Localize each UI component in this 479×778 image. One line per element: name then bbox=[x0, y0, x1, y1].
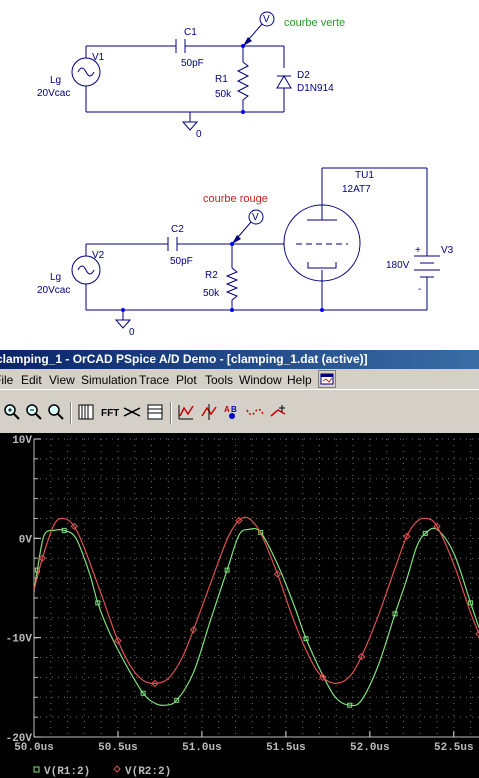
x-tick-label: 51.0us bbox=[182, 742, 222, 754]
zoom-fit-icon[interactable] bbox=[76, 402, 96, 422]
axis-settings-icon[interactable]: FFT bbox=[99, 402, 119, 422]
plot-legend: V(R1:2) V(R2:2) bbox=[33, 765, 171, 778]
zoom-out-icon[interactable] bbox=[24, 402, 44, 422]
x-tick-label: 52.5us bbox=[434, 742, 474, 754]
c1-ref: C1 bbox=[184, 27, 197, 38]
resistor-r1-symbol bbox=[236, 61, 250, 101]
y-tick-label: -10V bbox=[6, 634, 33, 646]
legend-marker-red bbox=[113, 765, 121, 773]
window-title: clamping_1 - OrCAD PSpice A/D Demo - [cl… bbox=[0, 352, 368, 366]
performance-analysis-icon[interactable] bbox=[145, 402, 165, 422]
r1-value: 50k bbox=[215, 89, 232, 100]
menu-plot[interactable]: Plot bbox=[176, 373, 197, 387]
add-trace-icon[interactable] bbox=[176, 402, 196, 422]
cursor-peak-icon[interactable]: AB bbox=[222, 402, 242, 422]
x-axis: 50.0us 50.5us 51.0us 51.5us 52.0us 52.5us bbox=[14, 731, 474, 754]
x-tick-label: 50.0us bbox=[14, 742, 54, 754]
menu-trace[interactable]: Trace bbox=[139, 373, 169, 387]
legend-marker-green bbox=[33, 766, 40, 773]
menu-file[interactable]: File bbox=[0, 373, 13, 387]
y-axis: 10V0V-10V-20V bbox=[6, 435, 41, 745]
legend-series-1: V(R1:2) bbox=[44, 766, 90, 778]
x-tick-label: 50.5us bbox=[98, 742, 138, 754]
v3-minus: - bbox=[418, 284, 421, 295]
svg-text:FFT: FFT bbox=[101, 408, 119, 419]
toolbar: FFT AB bbox=[0, 389, 479, 433]
probe-note-red: courbe rouge bbox=[203, 193, 268, 205]
probe-note-green: courbe verte bbox=[284, 17, 345, 29]
fft-icon[interactable] bbox=[122, 402, 142, 422]
mark-label-icon[interactable] bbox=[245, 402, 265, 422]
ground-label-1: 0 bbox=[196, 129, 202, 140]
menu-window[interactable]: Window bbox=[239, 373, 282, 387]
c2-ref: C2 bbox=[171, 224, 184, 235]
plot-traces bbox=[34, 516, 479, 708]
svg-text:A: A bbox=[224, 405, 230, 414]
r2-ref: R2 bbox=[205, 270, 218, 281]
v3-ref: V3 bbox=[441, 245, 454, 256]
zoom-area-icon[interactable] bbox=[46, 402, 66, 422]
window-titlebar[interactable]: clamping_1 - OrCAD PSpice A/D Demo - [cl… bbox=[0, 350, 479, 369]
v2-value: 20Vcac bbox=[37, 285, 70, 296]
toggle-cursor-icon[interactable] bbox=[199, 402, 219, 422]
ground-label-2: 0 bbox=[129, 327, 135, 338]
tu1-ref: TU1 bbox=[355, 170, 374, 181]
v1-value: 20Vcac bbox=[37, 88, 70, 99]
y-tick-label: 0V bbox=[19, 534, 33, 546]
r1-ref: R1 bbox=[215, 74, 228, 85]
x-tick-label: 51.5us bbox=[266, 742, 306, 754]
waveform-plot[interactable]: 10V0V-10V-20V 50.0us 50.5us 51.0us 51.5us 52… bbox=[0, 433, 479, 778]
d2-ref: D2 bbox=[297, 70, 310, 81]
diode-d2-symbol bbox=[276, 75, 292, 89]
v2-name: Lg bbox=[50, 272, 61, 283]
resistor-r2-symbol bbox=[225, 267, 239, 301]
ground-icon bbox=[181, 121, 199, 131]
probe-label-2: V bbox=[252, 212, 259, 223]
trace-line-1 bbox=[34, 527, 479, 707]
c2-value: 50pF bbox=[170, 256, 193, 267]
svg-text:B: B bbox=[231, 405, 237, 414]
menu-edit[interactable]: Edit bbox=[21, 373, 42, 387]
menu-tools[interactable]: Tools bbox=[205, 373, 233, 387]
schematic-canvas: V courbe verte C1 50pF V1 Lg 20Vcac R1 5… bbox=[0, 0, 479, 350]
r2-value: 50k bbox=[203, 288, 220, 299]
legend-series-2: V(R2:2) bbox=[125, 766, 171, 778]
menu-bar: File Edit View Simulation Trace Plot Too… bbox=[0, 369, 479, 389]
v2-ref: V2 bbox=[92, 250, 105, 261]
zoom-in-icon[interactable] bbox=[2, 402, 22, 422]
ground-icon bbox=[114, 319, 132, 329]
circuit2 bbox=[71, 167, 440, 329]
c1-value: 50pF bbox=[181, 58, 204, 69]
menu-help[interactable]: Help bbox=[287, 373, 312, 387]
pspice-window: clamping_1 - OrCAD PSpice A/D Demo - [cl… bbox=[0, 350, 479, 778]
tu1-part: 12AT7 bbox=[342, 184, 371, 195]
trace-line-2 bbox=[34, 516, 479, 685]
v1-name: Lg bbox=[50, 75, 61, 86]
plot-grid bbox=[33, 438, 479, 738]
v3-value: 180V bbox=[386, 260, 410, 271]
probe-label-1: V bbox=[263, 14, 270, 25]
y-tick-label: 10V bbox=[12, 435, 32, 447]
x-tick-label: 52.0us bbox=[350, 742, 390, 754]
d2-part: D1N914 bbox=[297, 83, 334, 94]
mdi-document-icon[interactable] bbox=[318, 370, 336, 388]
menu-view[interactable]: View bbox=[49, 373, 75, 387]
menu-simulation[interactable]: Simulation bbox=[81, 373, 137, 387]
v3-plus: + bbox=[415, 245, 421, 256]
circuit1 bbox=[71, 11, 292, 131]
mark-data-points-icon[interactable] bbox=[268, 402, 288, 422]
v1-ref: V1 bbox=[92, 52, 105, 63]
